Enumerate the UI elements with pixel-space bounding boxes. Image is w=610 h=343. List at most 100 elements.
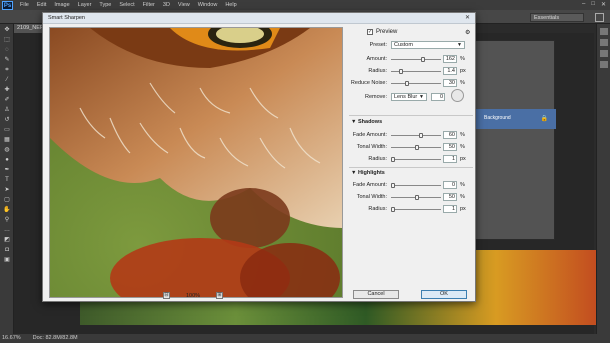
workspace-icon[interactable] bbox=[595, 13, 604, 22]
shadows-fade-knob[interactable] bbox=[419, 133, 423, 138]
shadows-title-text: Shadows bbox=[357, 119, 383, 125]
shadows-tonal-knob[interactable] bbox=[415, 145, 419, 150]
stamp-tool-icon[interactable]: ♙ bbox=[2, 106, 12, 114]
layer-name: Background bbox=[484, 115, 511, 121]
menu-edit[interactable]: Edit bbox=[33, 2, 50, 8]
type-tool-icon[interactable]: T bbox=[2, 176, 12, 184]
highlights-tonal-input[interactable]: 50 bbox=[443, 193, 457, 201]
highlights-fade-knob[interactable] bbox=[391, 183, 395, 188]
shadows-tonal-slider[interactable] bbox=[391, 145, 441, 150]
quick-select-tool-icon[interactable]: ✎ bbox=[2, 56, 12, 64]
ok-button[interactable]: OK bbox=[421, 290, 467, 299]
gear-icon[interactable]: ⚙ bbox=[465, 29, 470, 36]
history-brush-tool-icon[interactable]: ↺ bbox=[2, 116, 12, 124]
reduce-noise-input[interactable]: 30 bbox=[443, 79, 457, 87]
radius-slider[interactable] bbox=[391, 69, 441, 74]
shadows-fade-label: Fade Amount: bbox=[352, 132, 387, 138]
highlights-section-title[interactable]: ▼ Highlights bbox=[351, 170, 385, 176]
preview-image[interactable] bbox=[49, 27, 343, 298]
angle-dial[interactable] bbox=[451, 89, 464, 102]
amount-input[interactable]: 162 bbox=[443, 55, 457, 63]
eyedropper-tool-icon[interactable]: ⁄ bbox=[2, 76, 12, 84]
highlights-fade-input[interactable]: 0 bbox=[443, 181, 457, 189]
menu-help[interactable]: Help bbox=[221, 2, 240, 8]
chevron-down-icon: ▼ bbox=[419, 94, 424, 100]
move-tool-icon[interactable]: ✥ bbox=[2, 26, 12, 34]
healing-tool-icon[interactable]: ✚ bbox=[2, 86, 12, 94]
layer-row-background[interactable]: Background 🔒 bbox=[476, 109, 556, 129]
color-swatches-icon[interactable]: ◩ bbox=[2, 236, 12, 244]
shadows-fade-input[interactable]: 60 bbox=[443, 131, 457, 139]
eraser-tool-icon[interactable]: ▭ bbox=[2, 126, 12, 134]
dialog-close-icon[interactable]: ✕ bbox=[463, 15, 472, 22]
shadows-radius-unit: px bbox=[460, 156, 466, 162]
menu-file[interactable]: File bbox=[16, 2, 33, 8]
blur-tool-icon[interactable]: ◍ bbox=[2, 146, 12, 154]
zoom-level[interactable]: 16.67% bbox=[2, 334, 21, 343]
path-select-tool-icon[interactable]: ➤ bbox=[2, 186, 12, 194]
cancel-button[interactable]: Cancel bbox=[353, 290, 399, 299]
shadows-radius-slider[interactable] bbox=[391, 157, 441, 162]
lasso-tool-icon[interactable]: ◌ bbox=[2, 46, 12, 54]
more-tools-icon[interactable]: … bbox=[2, 226, 12, 234]
menu-type[interactable]: Type bbox=[95, 2, 115, 8]
highlights-fade-label: Fade Amount: bbox=[352, 182, 387, 188]
highlights-tonal-slider[interactable] bbox=[391, 195, 441, 200]
highlights-fade-slider[interactable] bbox=[391, 183, 441, 188]
shadows-radius-knob[interactable] bbox=[391, 157, 395, 162]
highlights-tonal-row: Tonal Width: 50 % bbox=[349, 193, 473, 202]
menu-view[interactable]: View bbox=[174, 2, 194, 8]
angle-input[interactable]: 0 bbox=[431, 93, 445, 101]
amount-slider-knob[interactable] bbox=[421, 57, 425, 62]
settings-panel: ✓ Preview ⚙ Preset: Custom ▼ Amount: 162… bbox=[349, 27, 473, 299]
shadows-radius-input[interactable]: 1 bbox=[443, 155, 457, 163]
shadows-section-title[interactable]: ▼ Shadows bbox=[351, 119, 382, 125]
panel-icon[interactable] bbox=[599, 39, 608, 46]
zoom-in-icon[interactable]: ⊞ bbox=[215, 292, 223, 299]
owl-feather-image bbox=[50, 28, 342, 297]
panel-icon[interactable] bbox=[599, 28, 608, 35]
menu-select[interactable]: Select bbox=[115, 2, 138, 8]
dodge-tool-icon[interactable]: ● bbox=[2, 156, 12, 164]
zoom-tool-icon[interactable]: ⚲ bbox=[2, 216, 12, 224]
quick-mask-icon[interactable]: ◘ bbox=[2, 246, 12, 254]
remove-dropdown[interactable]: Lens Blur ▼ bbox=[391, 93, 427, 101]
shape-tool-icon[interactable]: ▢ bbox=[2, 196, 12, 204]
menu-image[interactable]: Image bbox=[50, 2, 73, 8]
shadows-fade-row: Fade Amount: 60 % bbox=[349, 131, 473, 140]
preview-checkbox[interactable]: ✓ bbox=[367, 29, 373, 35]
panel-icon[interactable] bbox=[599, 50, 608, 57]
menu-window[interactable]: Window bbox=[194, 2, 222, 8]
preset-row: Preset: Custom ▼ bbox=[349, 41, 473, 50]
highlights-radius-slider[interactable] bbox=[391, 207, 441, 212]
menu-filter[interactable]: Filter bbox=[139, 2, 159, 8]
zoom-out-icon[interactable]: ⊟ bbox=[163, 292, 170, 299]
reduce-noise-slider[interactable] bbox=[391, 81, 441, 86]
pen-tool-icon[interactable]: ✒ bbox=[2, 166, 12, 174]
gradient-tool-icon[interactable]: ▦ bbox=[2, 136, 12, 144]
preset-dropdown[interactable]: Custom ▼ bbox=[391, 41, 465, 49]
close-icon[interactable]: ✕ bbox=[601, 1, 606, 8]
marquee-tool-icon[interactable]: ⬚ bbox=[2, 36, 12, 44]
panel-icon[interactable] bbox=[599, 61, 608, 68]
maximize-icon[interactable]: □ bbox=[591, 1, 595, 8]
workspace-selector[interactable]: Essentials bbox=[530, 13, 584, 22]
highlights-radius-input[interactable]: 1 bbox=[443, 205, 457, 213]
radius-input[interactable]: 1.4 bbox=[443, 67, 457, 75]
highlights-radius-knob[interactable] bbox=[391, 207, 395, 212]
highlights-tonal-knob[interactable] bbox=[415, 195, 419, 200]
radius-slider-knob[interactable] bbox=[399, 69, 403, 74]
amount-slider[interactable] bbox=[391, 57, 441, 62]
minimize-icon[interactable]: – bbox=[582, 1, 585, 8]
hand-tool-icon[interactable]: ✋ bbox=[2, 206, 12, 214]
brush-tool-icon[interactable]: ✐ bbox=[2, 96, 12, 104]
chevron-down-icon: ▼ bbox=[457, 42, 462, 48]
dialog-title: Smart Sharpen bbox=[43, 13, 475, 24]
screen-mode-icon[interactable]: ▣ bbox=[2, 256, 12, 264]
shadows-tonal-input[interactable]: 50 bbox=[443, 143, 457, 151]
menu-layer[interactable]: Layer bbox=[74, 2, 96, 8]
reduce-noise-slider-knob[interactable] bbox=[405, 81, 409, 86]
crop-tool-icon[interactable]: ⌗ bbox=[2, 66, 12, 74]
shadows-fade-slider[interactable] bbox=[391, 133, 441, 138]
menu-3d[interactable]: 3D bbox=[159, 2, 174, 8]
